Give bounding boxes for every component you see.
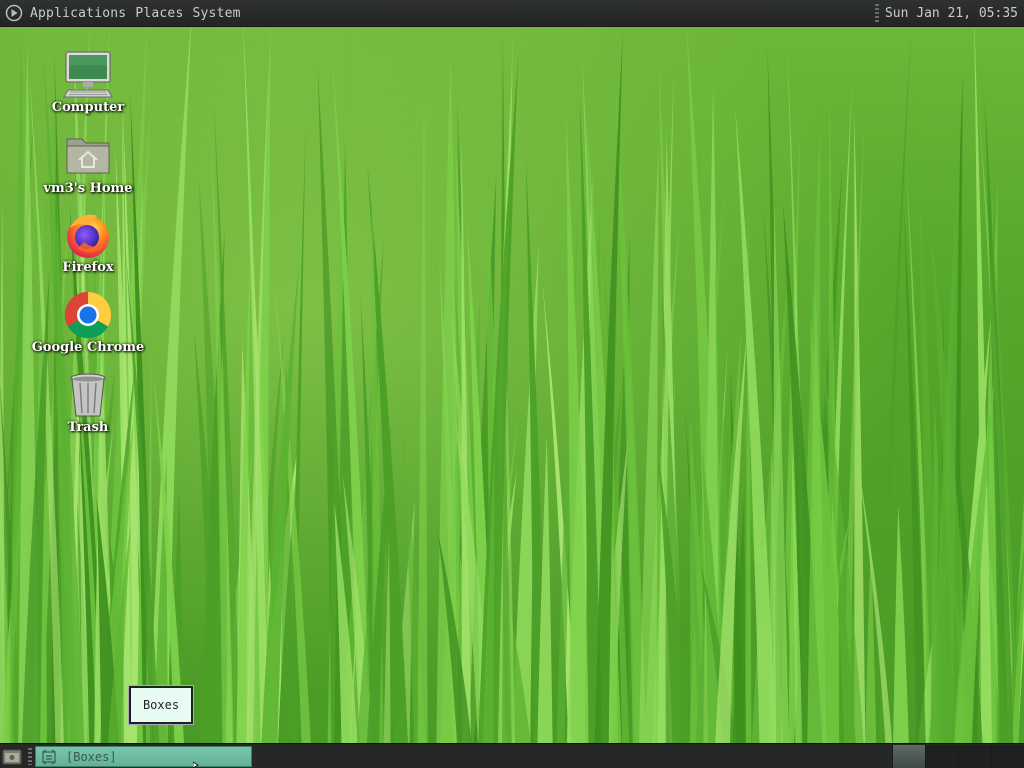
home-folder-icon [66,138,110,174]
desktop-icon-label: Trash [67,420,109,435]
panel-grip-handle[interactable] [874,4,879,22]
boxes-tooltip: Boxes [128,685,194,725]
menu-system[interactable]: System [193,6,241,21]
taskbar-item-label: [Boxes] [66,749,117,764]
clock[interactable]: Sun Jan 21, 05:35 [885,6,1018,21]
grass-blade [892,505,910,768]
workspace-3[interactable] [958,745,991,768]
workspace-switcher [892,745,1024,768]
grass-blade [638,142,659,768]
menu-places[interactable]: Places [135,6,183,21]
panel-logo-icon[interactable] [4,3,24,23]
computer-icon [63,51,113,98]
grass-blade [417,79,428,768]
desktop-icon-home[interactable]: vm3's Home [28,131,148,196]
chrome-icon [64,291,112,339]
workspace-2[interactable] [925,745,958,768]
tooltip-text: Boxes [142,698,180,712]
show-desktop-icon[interactable] [2,747,22,766]
top-panel: Applications Places System Sun Jan 21, 0… [0,0,1024,27]
desktop-icon-label: Firefox [62,260,114,275]
mouse-cursor-icon [193,762,199,768]
bottom-panel: [Boxes] [0,743,1024,768]
desktop-icon-computer[interactable]: Computer [28,50,148,115]
grass-wallpaper [0,10,1024,768]
desktop-icon-label: vm3's Home [43,181,133,196]
workspace-1[interactable] [892,745,925,768]
grass-blade [0,200,5,768]
trash-icon [70,373,106,417]
workspace-4[interactable] [991,745,1024,768]
desktop-icon-trash[interactable]: Trash [28,370,148,435]
desktop-icon-chrome[interactable]: Google Chrome [28,290,148,355]
bottom-panel-grip-handle[interactable] [28,748,32,765]
menu-applications[interactable]: Applications [30,6,126,21]
grass-blade [864,544,877,768]
desktop[interactable]: Applications Places System Sun Jan 21, 0… [0,0,1024,768]
boxes-app-icon [42,749,56,764]
desktop-icon-firefox[interactable]: Firefox [28,210,148,275]
taskbar-item-boxes[interactable]: [Boxes] [35,746,252,767]
firefox-icon [67,214,109,258]
desktop-icon-label: Computer [51,100,125,115]
desktop-icon-label: Google Chrome [31,340,145,355]
